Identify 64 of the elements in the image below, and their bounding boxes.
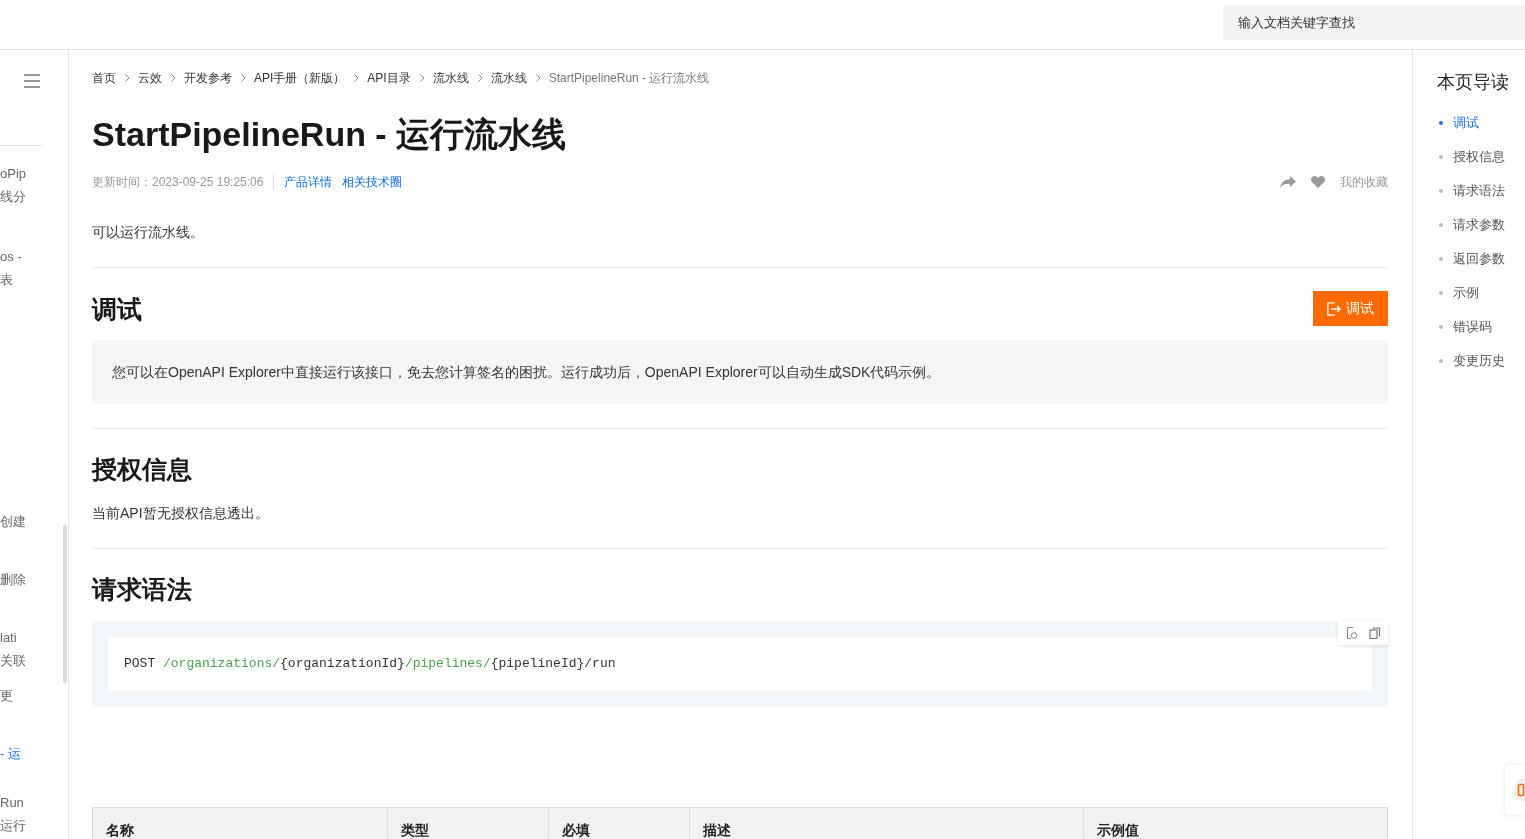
column-header: 类型 [387, 808, 548, 839]
info-note: 您可以在OpenAPI Explorer中直接运行该接口，免去您计算签名的困扰。运行成功后，OpenAPI Explorer可以自动生成SDK代码示例。 [92, 340, 1388, 404]
breadcrumb-link[interactable]: 流水线 [490, 70, 527, 86]
meta-link[interactable]: 产品详情 [284, 173, 333, 191]
toc-title: 本页导读 [1437, 71, 1510, 94]
sidebar-item[interactable]: 创建 [0, 510, 26, 533]
toc-link[interactable]: 请求语法 [1453, 182, 1505, 200]
column-header: 名称 [105, 821, 135, 839]
section-text: 当前API暂无授权信息透出。 [92, 504, 270, 523]
column-header: 示例值 [1083, 808, 1389, 839]
breadcrumb-link[interactable]: 流水线 [432, 70, 469, 86]
column-header: 描述 [689, 808, 1083, 839]
bullet-icon [1439, 189, 1443, 193]
sidebar-item[interactable]: 删除 [0, 568, 26, 591]
column-header: 必填 [548, 808, 689, 839]
chevron-icon [241, 74, 246, 82]
sidebar-item[interactable]: lati 关联 [0, 626, 26, 672]
bullet-icon [1439, 359, 1443, 363]
sidebar-item[interactable]: os - 表 [0, 245, 22, 291]
section-heading: 授权信息 [92, 454, 192, 485]
toc-link[interactable]: 错误码 [1453, 318, 1492, 336]
breadcrumb-link[interactable]: 云效 [138, 70, 162, 86]
meta-link[interactable]: 相关技术圈 [342, 173, 403, 191]
bullet-icon [1439, 121, 1443, 125]
toc-link[interactable]: 调试 [1453, 114, 1479, 132]
share-icon[interactable] [1280, 176, 1296, 188]
breadcrumb-link[interactable]: API手册（新版） [254, 70, 346, 86]
toc-link[interactable]: 变更历史 [1453, 352, 1505, 370]
menu-icon[interactable] [24, 74, 40, 88]
breadcrumb-link[interactable]: 首页 [92, 70, 116, 86]
page-title: StartPipelineRun - 运行流水线 [92, 114, 568, 154]
copy-icon[interactable] [1369, 627, 1381, 639]
circle-badge-icon [1513, 777, 1525, 803]
chevron-icon [419, 74, 425, 82]
toc-link[interactable]: 授权信息 [1453, 148, 1505, 166]
document-search-icon[interactable] [1346, 627, 1358, 639]
bullet-icon [1439, 257, 1443, 261]
chevron-icon [477, 74, 483, 82]
update-time: 更新时间：2023-09-25 19:25:06 [92, 173, 264, 191]
breadcrumb-current: StartPipelineRun - 运行流水线 [548, 70, 710, 86]
toc-link[interactable]: 请求参数 [1453, 216, 1505, 234]
section-heading: 请求语法 [92, 574, 192, 605]
heart-icon[interactable] [1311, 176, 1325, 188]
toc-link[interactable]: 示例 [1453, 284, 1479, 302]
chevron-icon [125, 74, 130, 82]
sidebar-item[interactable]: 更 [0, 684, 13, 707]
bullet-icon [1439, 325, 1443, 329]
breadcrumb-link[interactable]: API目录 [367, 70, 411, 86]
chevron-icon [354, 74, 360, 82]
sidebar-item[interactable]: oPip 线分 [0, 162, 27, 208]
floating-button[interactable] [1505, 765, 1525, 815]
sidebar-item[interactable]: Run 运行 [0, 791, 26, 837]
description-text: 可以运行流水线。 [92, 223, 205, 242]
bullet-icon [1439, 155, 1443, 159]
chevron-icon [171, 74, 176, 82]
sidebar-item[interactable]: - 运 [0, 742, 21, 765]
bullet-icon [1439, 291, 1443, 295]
section-heading: 调试 [92, 293, 142, 325]
chevron-icon [535, 74, 541, 82]
arrow-box-icon [1327, 301, 1341, 316]
toc-link[interactable]: 返回参数 [1453, 250, 1505, 268]
search-field[interactable]: 输入文档关键字查找 [1223, 5, 1525, 40]
bullet-icon [1439, 223, 1443, 227]
breadcrumb-link[interactable]: 开发参考 [184, 70, 232, 86]
